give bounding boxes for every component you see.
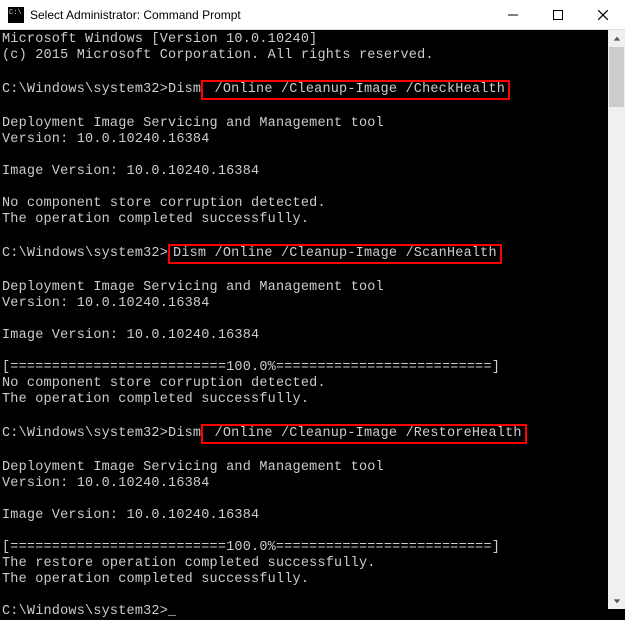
- no-corruption-line-2: No component store corruption detected.: [2, 376, 326, 391]
- prompt-3-command: /Online /Cleanup-Image /RestoreHealth: [206, 426, 521, 441]
- scroll-down-arrow[interactable]: [608, 592, 625, 609]
- prompt-2-prefix: C:\Windows\system32>: [2, 246, 168, 261]
- vertical-scrollbar[interactable]: [608, 30, 625, 609]
- terminal-container: Microsoft Windows [Version 10.0.10240] (…: [0, 30, 625, 609]
- prompt-3-prefix: C:\Windows\system32>Dism: [2, 426, 201, 441]
- operation-success-line: The operation completed successfully.: [2, 212, 309, 227]
- scroll-up-arrow[interactable]: [608, 30, 625, 47]
- scroll-thumb[interactable]: [609, 47, 624, 107]
- final-prompt: C:\Windows\system32>: [2, 604, 168, 619]
- image-version-line-3: Image Version: 10.0.10240.16384: [2, 508, 259, 523]
- operation-success-line-2: The operation completed successfully.: [2, 392, 309, 407]
- os-version-line: Microsoft Windows [Version 10.0.10240]: [2, 32, 317, 47]
- dism-tool-version: Version: 10.0.10240.16384: [2, 132, 210, 147]
- terminal-cursor: _: [168, 604, 176, 620]
- highlight-box-2: Dism /Online /Cleanup-Image /ScanHealth: [168, 244, 502, 264]
- maximize-button[interactable]: [535, 0, 580, 30]
- dism-tool-header-3: Deployment Image Servicing and Managemen…: [2, 460, 384, 475]
- window-title: Select Administrator: Command Prompt: [30, 8, 490, 22]
- minimize-button[interactable]: [490, 0, 535, 30]
- dism-tool-version-2: Version: 10.0.10240.16384: [2, 296, 210, 311]
- window-controls: [490, 0, 625, 29]
- copyright-line: (c) 2015 Microsoft Corporation. All righ…: [2, 48, 434, 63]
- restore-success-line: The restore operation completed successf…: [2, 556, 376, 571]
- dism-tool-header: Deployment Image Servicing and Managemen…: [2, 116, 384, 131]
- window-titlebar: Select Administrator: Command Prompt: [0, 0, 625, 30]
- image-version-line-2: Image Version: 10.0.10240.16384: [2, 328, 259, 343]
- operation-success-line-3: The operation completed successfully.: [2, 572, 309, 587]
- no-corruption-line: No component store corruption detected.: [2, 196, 326, 211]
- dism-tool-version-3: Version: 10.0.10240.16384: [2, 476, 210, 491]
- progress-bar-line-2: [==========================100.0%=======…: [2, 540, 500, 555]
- prompt-1-prefix: C:\Windows\system32>Dism: [2, 82, 201, 97]
- highlight-box-3: /Online /Cleanup-Image /RestoreHealth: [201, 424, 526, 444]
- close-button[interactable]: [580, 0, 625, 30]
- cmd-icon: [8, 7, 24, 23]
- highlight-box-1: /Online /Cleanup-Image /CheckHealth: [201, 80, 510, 100]
- dism-tool-header-2: Deployment Image Servicing and Managemen…: [2, 280, 384, 295]
- image-version-line: Image Version: 10.0.10240.16384: [2, 164, 259, 179]
- prompt-1-command: /Online /Cleanup-Image /CheckHealth: [206, 82, 505, 97]
- prompt-2-command: Dism /Online /Cleanup-Image /ScanHealth: [173, 246, 497, 261]
- terminal-output[interactable]: Microsoft Windows [Version 10.0.10240] (…: [0, 30, 608, 609]
- progress-bar-line: [==========================100.0%=======…: [2, 360, 500, 375]
